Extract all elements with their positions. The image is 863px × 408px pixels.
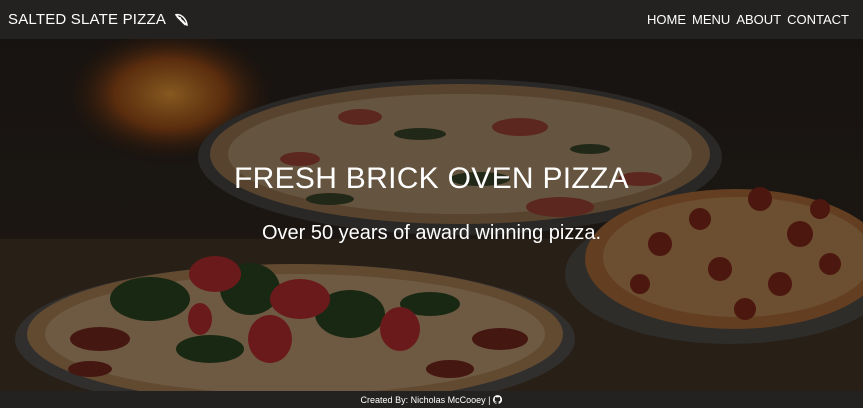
github-icon[interactable] (493, 395, 503, 404)
hero-title: FRESH BRICK OVEN PIZZA (234, 162, 629, 195)
nav-about[interactable]: ABOUT (736, 12, 781, 27)
brand[interactable]: SALTED SLATE PIZZA (8, 11, 188, 28)
nav-links: HOME MENU ABOUT CONTACT (647, 12, 849, 27)
navbar: SALTED SLATE PIZZA HOME MENU ABOUT CONTA… (0, 0, 863, 39)
hero-subtitle: Over 50 years of award winning pizza. (261, 222, 602, 244)
brand-name: SALTED SLATE PIZZA (8, 11, 167, 28)
nav-contact[interactable]: CONTACT (787, 12, 849, 27)
nav-home[interactable]: HOME (647, 12, 686, 27)
hero-banner: FRESH BRICK OVEN PIZZA Over 50 years of … (0, 39, 863, 391)
hero-content: FRESH BRICK OVEN PIZZA Over 50 years of … (0, 39, 863, 391)
pizza-slice-icon (175, 13, 188, 26)
footer-credit: Created By: Nicholas McCooey | (360, 394, 491, 405)
footer: Created By: Nicholas McCooey | (0, 391, 863, 408)
nav-menu[interactable]: MENU (692, 12, 730, 27)
